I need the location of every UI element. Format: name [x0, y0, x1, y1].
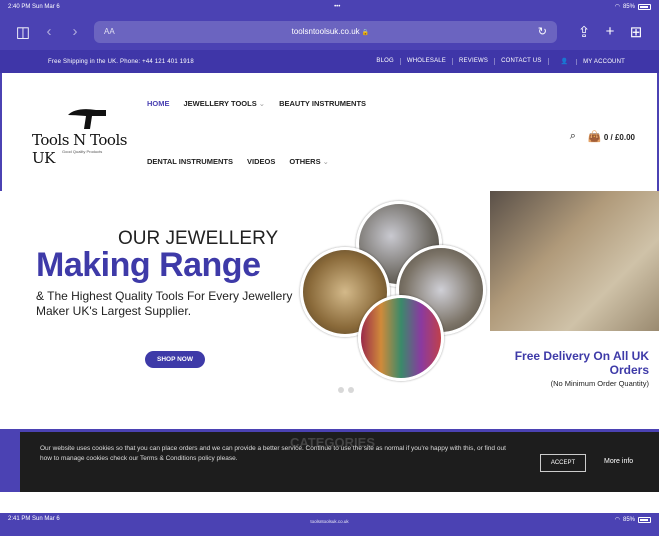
nav-home[interactable]: HOME — [147, 99, 170, 108]
slide-dot[interactable] — [338, 387, 344, 393]
status-bar-2: 2:41 PM Sun Mar 6 toolsntoolsuk.co.uk ◠ … — [0, 513, 659, 536]
main-nav-row2: DENTAL INSTRUMENTS VIDEOS OTHERS — [147, 157, 329, 166]
top-links: BLOG WHOLESALE REVIEWS CONTACT US 👤 MY A… — [370, 58, 637, 65]
link-contact[interactable]: CONTACT US — [494, 58, 547, 65]
link-reviews[interactable]: REVIEWS — [452, 58, 494, 65]
shipping-info: Free Shipping in the UK. Phone: +44 121 … — [48, 58, 194, 65]
tabs-overview-icon[interactable]: ⊞ — [623, 23, 649, 41]
status-bar: 2:40 PM Sun Mar 6 ••• ◠ 85% — [0, 0, 659, 13]
reload-icon[interactable]: ↻ — [517, 25, 547, 38]
wifi-icon: ◠ — [614, 4, 620, 10]
delivery-title: Free Delivery On All UK Orders — [514, 349, 649, 377]
main-nav-row1: HOME JEWELLERY TOOLS BEAUTY INSTRUMENTS — [147, 99, 366, 108]
link-blog[interactable]: BLOG — [370, 58, 399, 65]
logo-tagline: Good Quality Products — [62, 149, 103, 154]
hero-banner: OUR JEWELLERY Making Range & The Highest… — [0, 191, 659, 429]
nav-dental-instruments[interactable]: DENTAL INSTRUMENTS — [147, 157, 233, 166]
search-icon[interactable]: ⌕ — [570, 130, 576, 143]
cookie-message: Our website uses cookies so that you can… — [40, 445, 506, 462]
nav-others[interactable]: OTHERS — [289, 157, 329, 166]
forward-icon[interactable]: › — [62, 23, 88, 40]
slider-dots — [338, 387, 354, 393]
address-bar[interactable]: AA toolsntoolsuk.co.uk 🔒 ↻ — [94, 20, 557, 43]
screenshot-2: 2:41 PM Sun Mar 6 toolsntoolsuk.co.uk ◠ … — [0, 513, 659, 536]
multitask-dots[interactable]: ••• — [334, 4, 340, 10]
shop-now-button[interactable]: SHOP NOW — [145, 351, 205, 368]
back-icon[interactable]: ‹ — [36, 23, 62, 40]
link-wholesale[interactable]: WHOLESALE — [399, 58, 452, 65]
bag-icon: 👜 — [587, 131, 602, 143]
compact-url[interactable]: toolsntoolsuk.co.uk — [0, 519, 659, 524]
hero-headline: Making Range — [36, 246, 261, 284]
text-size-button[interactable]: AA — [104, 27, 144, 36]
cart-button[interactable]: 👜 0 / £0.00 — [588, 130, 635, 143]
delivery-note: (No Minimum Order Quantity) — [550, 379, 649, 388]
battery-icon — [637, 3, 651, 10]
site-header: Tools N Tools UK Good Quality Products H… — [0, 73, 659, 191]
battery-icon — [638, 516, 651, 523]
nav-jewellery-tools[interactable]: JEWELLERY TOOLS — [184, 99, 266, 108]
more-info-link[interactable]: More info — [604, 458, 633, 465]
site-logo[interactable]: Tools N Tools UK Good Quality Products — [32, 107, 152, 167]
browser-toolbar: ◫ ‹ › AA toolsntoolsuk.co.uk 🔒 ↻ ⇪ + ⊞ — [0, 13, 659, 50]
hero-subtext: & The Highest Quality Tools For Every Je… — [36, 289, 293, 318]
slide-dot[interactable] — [348, 387, 354, 393]
link-account[interactable]: 👤 MY ACCOUNT — [547, 58, 637, 65]
screenshot-1: 2:40 PM Sun Mar 6 ••• ◠ 85% ◫ ‹ › AA too… — [0, 0, 659, 492]
hammer-icon — [68, 109, 106, 129]
url-text: toolsntoolsuk.co.uk 🔒 — [291, 27, 370, 36]
lock-icon: 🔒 — [361, 30, 370, 36]
files-photo — [358, 295, 444, 381]
top-info-bar: Free Shipping in the UK. Phone: +44 121 … — [0, 50, 659, 73]
accept-cookies-button[interactable]: ACCEPT — [540, 454, 586, 472]
status-date: Sun Mar 6 — [32, 3, 60, 10]
status-time: 2:40 PM — [8, 3, 31, 10]
new-tab-icon[interactable]: + — [597, 23, 623, 40]
nav-videos[interactable]: VIDEOS — [247, 157, 275, 166]
share-icon[interactable]: ⇪ — [571, 23, 597, 41]
sidebar-icon[interactable]: ◫ — [10, 23, 36, 41]
screenshot-gap — [0, 492, 659, 513]
header-actions: ⌕ 👜 0 / £0.00 — [570, 130, 635, 143]
user-icon: 👤 — [560, 59, 571, 65]
cookie-banner: CATEGORIES Our website uses cookies so t… — [20, 432, 659, 492]
battery-percent: 85% — [622, 3, 635, 10]
nav-beauty-instruments[interactable]: BEAUTY INSTRUMENTS — [279, 99, 366, 108]
